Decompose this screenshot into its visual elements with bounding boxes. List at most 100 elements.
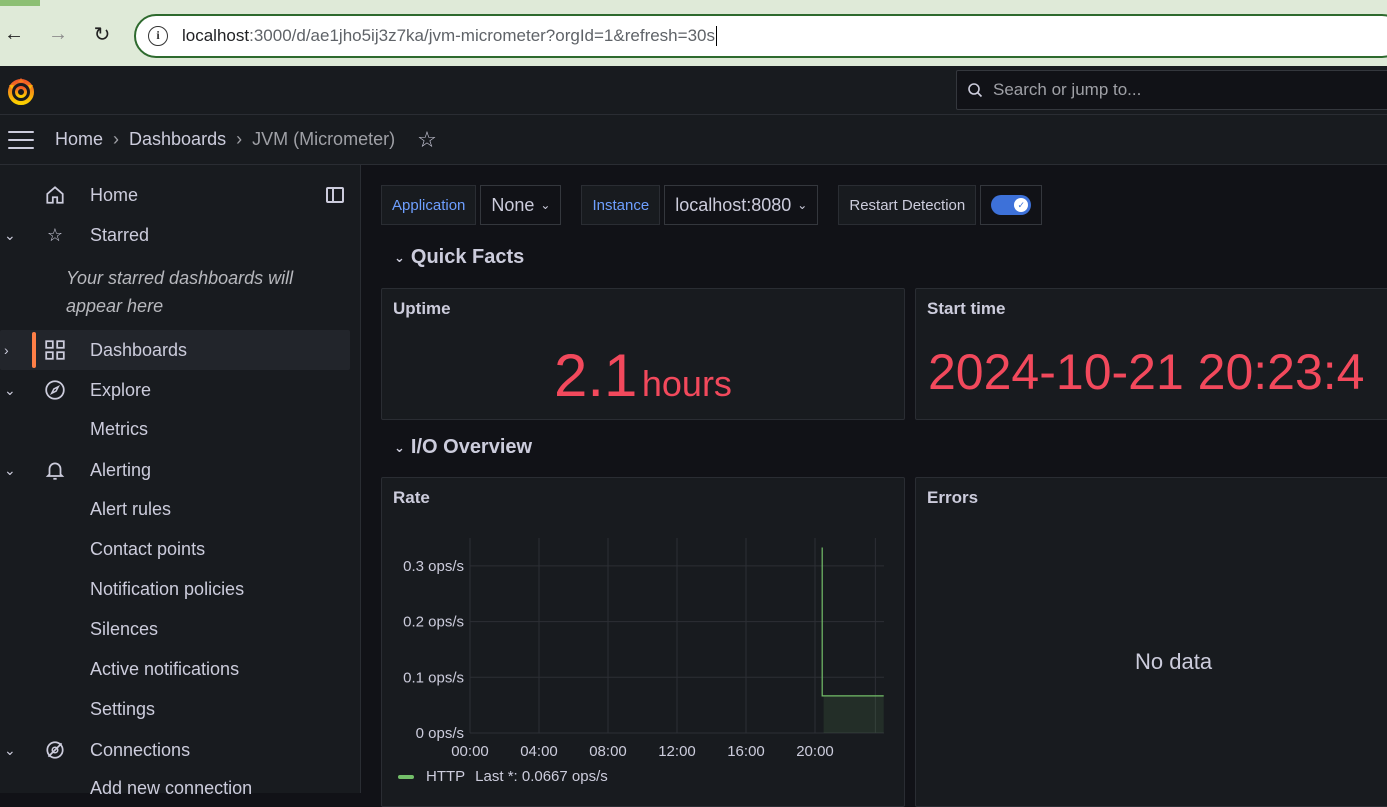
legend-swatch	[398, 774, 414, 779]
sidebar-item-metrics[interactable]: Metrics	[90, 419, 148, 440]
search-input[interactable]: Search or jump to...	[956, 70, 1387, 110]
y-tick-label: 0.1 ops/s	[403, 669, 464, 686]
url-text[interactable]: localhost:3000/d/ae1jho5ij3z7ka/jvm-micr…	[182, 26, 717, 47]
check-icon: ✓	[1014, 198, 1029, 212]
sidebar-item-connections[interactable]: ⌄ Connections	[0, 730, 350, 770]
rate-chart[interactable]: 00:00 04:00 08:00 12:00 16:00 20:00 0 ops/s 0.1…	[382, 478, 905, 778]
grafana-topbar: Search or jump to...	[0, 66, 1387, 115]
site-info-icon[interactable]: i	[148, 26, 168, 46]
sidebar-item-alert-rules[interactable]: Alert rules	[90, 499, 171, 520]
panel-rate[interactable]: Rate 00:00 04:00 08:00 12:00 16:00 20:00 0 ops…	[381, 477, 905, 807]
chevron-down-icon: ⌄	[540, 198, 551, 212]
breadcrumb-home[interactable]: Home	[55, 129, 103, 150]
sidebar-item-contact-points[interactable]: Contact points	[90, 539, 205, 560]
x-tick-label: 00:00	[451, 743, 489, 760]
chevron-down-icon[interactable]: ⌄	[4, 462, 16, 479]
row-quick-facts[interactable]: ⌄ Quick Facts	[394, 246, 524, 269]
sidebar-item-silences[interactable]: Silences	[90, 619, 158, 640]
chevron-right-icon: ›	[236, 129, 243, 149]
address-bar[interactable]: i localhost:3000/d/ae1jho5ij3z7ka/jvm-mi…	[134, 14, 1387, 58]
sidebar: Home ⌄ ☆ Starred Your starred dashboards…	[0, 165, 361, 798]
sidebar-item-label: Starred	[90, 224, 150, 245]
sidebar-item-explore[interactable]: ⌄ Explore	[0, 370, 350, 410]
apps-icon	[45, 340, 65, 360]
search-placeholder: Search or jump to...	[993, 80, 1142, 99]
series-area	[823, 695, 884, 733]
no-data-text: No data	[1135, 649, 1213, 674]
chevron-right-icon: ›	[113, 129, 120, 149]
row-title-text: Quick Facts	[410, 246, 525, 268]
instance-value: localhost:8080	[675, 194, 792, 215]
application-select[interactable]: None ⌄	[480, 185, 562, 225]
start-time-value: 2024-10-21 20:23:4	[928, 344, 1365, 400]
uptime-stat: 2.1 hours	[554, 341, 732, 410]
sidebar-item-active-notifications[interactable]: Active notifications	[90, 659, 239, 680]
panel-title: Start time	[927, 299, 1006, 318]
chevron-down-icon[interactable]: ⌄	[4, 742, 16, 759]
sidebar-item-home[interactable]: Home	[0, 175, 350, 215]
text-caret	[715, 26, 717, 47]
y-tick-label: 0.3 ops/s	[403, 558, 464, 575]
legend-last-value: Last *: 0.0667 ops/s	[475, 768, 608, 785]
sidebar-item-label: Alerting	[90, 459, 152, 480]
uptime-value: 2.1	[554, 342, 638, 409]
grafana-logo-icon[interactable]	[6, 76, 36, 106]
starred-empty-text: Your starred dashboards will appear here	[66, 268, 294, 316]
chevron-right-icon[interactable]: ›	[4, 342, 16, 358]
compass-icon	[45, 380, 65, 400]
application-value: None	[491, 194, 535, 215]
arrow-left-icon[interactable]: ←	[0, 20, 28, 48]
chevron-down-icon[interactable]: ⌄	[4, 382, 16, 399]
y-tick-label: 0 ops/s	[416, 725, 464, 742]
home-icon	[46, 186, 64, 204]
panel-title: Uptime	[393, 299, 451, 318]
dashboard-main: Application None ⌄ Instance localhost:808…	[362, 165, 1387, 807]
breadcrumb-dashboards[interactable]: Dashboards	[129, 129, 226, 150]
restart-detection-toggle-wrap: ✓	[980, 185, 1043, 225]
instance-select[interactable]: localhost:8080 ⌄	[664, 185, 819, 225]
chevron-down-icon: ⌄	[394, 249, 405, 265]
breadcrumb: Home › Dashboards › JVM (Micrometer)	[55, 129, 395, 150]
arrow-right-icon[interactable]: →	[44, 20, 72, 48]
uptime-unit: hours	[641, 363, 732, 404]
variables-bar: Application None ⌄ Instance localhost:808…	[381, 185, 1043, 225]
restart-detection-toggle[interactable]: ✓	[991, 195, 1032, 215]
breadcrumb-current: JVM (Micrometer)	[252, 129, 396, 149]
sidebar-item-label: Dashboards	[90, 339, 188, 360]
sidebar-item-settings[interactable]: Settings	[90, 699, 155, 720]
sidebar-item-add-connection[interactable]: Add new connection	[90, 778, 252, 799]
row-title-text: I/O Overview	[410, 436, 533, 458]
panel-start-time[interactable]: Start time 2024-10-21 20:23:4	[915, 288, 1387, 420]
connections-icon	[46, 741, 64, 759]
active-tab[interactable]	[40, 0, 1387, 6]
x-tick-label: 12:00	[658, 743, 696, 760]
browser-toolbar: ← → ↻ i localhost:3000/d/ae1jho5ij3z7ka/…	[0, 0, 1387, 66]
y-tick-label: 0.2 ops/s	[403, 614, 464, 631]
sidebar-item-label: Home	[90, 184, 139, 205]
x-tick-label: 08:00	[589, 743, 627, 760]
row-io-overview[interactable]: ⌄ I/O Overview	[394, 436, 532, 459]
variable-label-restart: Restart Detection	[838, 185, 977, 225]
star-icon: ☆	[46, 224, 64, 245]
menu-icon[interactable]	[8, 130, 34, 149]
panel-errors[interactable]: Errors No data	[915, 477, 1387, 807]
chart-legend[interactable]: HTTP Last *: 0.0667 ops/s	[398, 768, 608, 785]
variable-label-instance: Instance	[581, 185, 661, 225]
url-path: :3000/d/ae1jho5ij3z7ka/jvm-micrometer?or…	[249, 25, 715, 45]
chevron-down-icon: ⌄	[394, 439, 405, 455]
sidebar-item-starred[interactable]: ⌄ ☆ Starred	[0, 215, 350, 255]
sidebar-item-dashboards[interactable]: › Dashboards	[0, 330, 350, 370]
bell-icon	[45, 462, 65, 480]
chevron-down-icon[interactable]: ⌄	[4, 227, 16, 244]
star-icon[interactable]: ☆	[417, 127, 437, 153]
browser-tabstrip	[0, 0, 1387, 6]
sidebar-item-notification-policies[interactable]: Notification policies	[90, 579, 244, 600]
panel-uptime[interactable]: Uptime 2.1 hours	[381, 288, 905, 420]
chevron-down-icon: ⌄	[797, 198, 808, 212]
sidebar-item-label: Connections	[90, 739, 191, 760]
breadcrumb-bar: Home › Dashboards › JVM (Micrometer) ☆	[0, 115, 1387, 165]
reload-icon[interactable]: ↻	[88, 20, 116, 48]
x-tick-label: 04:00	[520, 743, 558, 760]
sidebar-item-alerting[interactable]: ⌄ Alerting	[0, 450, 350, 490]
panel-title: Errors	[927, 488, 979, 507]
